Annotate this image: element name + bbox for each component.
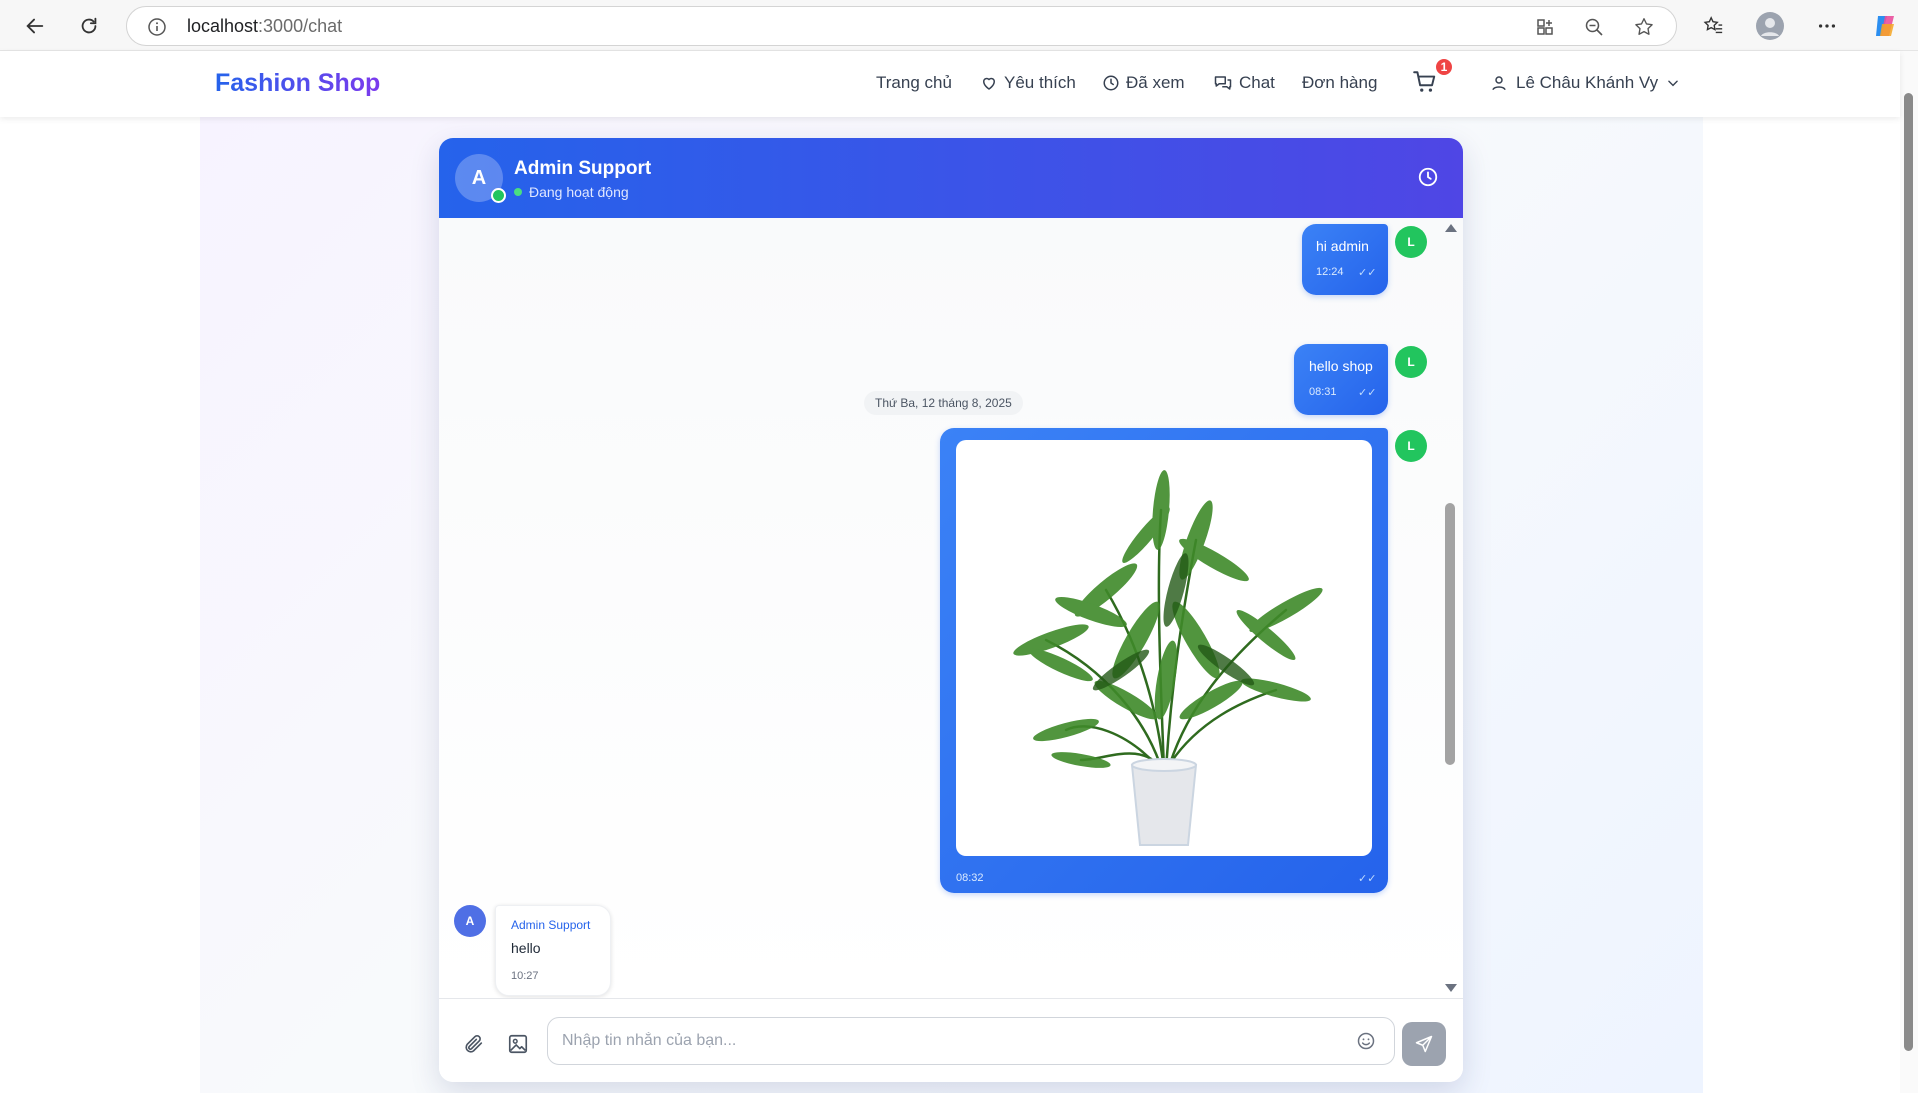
attach-image-button[interactable] bbox=[507, 1033, 531, 1057]
site-header: Fashion Shop Trang chủ Yêu thích Đã xem … bbox=[0, 51, 1900, 117]
contact-status-text: Đang hoạt động bbox=[529, 184, 629, 200]
contact-name: Admin Support bbox=[514, 158, 652, 179]
cart-icon bbox=[1413, 71, 1436, 92]
url-host: localhost bbox=[187, 16, 259, 36]
chat-window: A Admin Support Đang hoạt động hi admin … bbox=[439, 138, 1463, 1082]
read-check-icon: ✓✓ bbox=[1358, 387, 1377, 399]
reload-button[interactable] bbox=[72, 9, 106, 43]
image-icon bbox=[508, 1034, 528, 1054]
contact-status: Đang hoạt động bbox=[514, 184, 629, 200]
nav-orders-label: Đơn hàng bbox=[1302, 73, 1378, 92]
message-text: hello shop bbox=[1309, 358, 1373, 374]
online-indicator bbox=[491, 188, 506, 203]
history-clock-icon bbox=[1418, 167, 1438, 187]
heart-icon bbox=[983, 77, 995, 90]
user-menu[interactable]: Lê Châu Khánh Vy bbox=[1490, 73, 1680, 93]
message-scrollbar[interactable] bbox=[1439, 218, 1461, 998]
attach-file-button[interactable] bbox=[463, 1033, 487, 1057]
nav-home-label: Trang chủ bbox=[876, 73, 952, 92]
clock-icon bbox=[1103, 75, 1119, 91]
smiley-icon bbox=[1357, 1032, 1375, 1050]
user-avatar: L bbox=[1395, 346, 1427, 378]
brand-logo[interactable]: Fashion Shop bbox=[215, 69, 380, 98]
chat-header: A Admin Support Đang hoạt động bbox=[439, 138, 1463, 218]
sender-name: Admin Support bbox=[511, 918, 591, 932]
nav-chat-label: Chat bbox=[1239, 73, 1275, 92]
profile-icon[interactable] bbox=[1753, 9, 1787, 43]
nav-home[interactable]: Trang chủ bbox=[876, 73, 952, 93]
favorites-list-icon[interactable] bbox=[1696, 9, 1730, 43]
reload-icon bbox=[81, 17, 97, 34]
url-text: localhost:3000/chat bbox=[187, 16, 342, 37]
outgoing-message: hello shop 08:31 ✓✓ bbox=[1294, 344, 1388, 415]
scroll-down-arrow-icon[interactable] bbox=[1445, 984, 1457, 992]
chat-bubbles-icon bbox=[1214, 76, 1232, 90]
message-composer bbox=[439, 998, 1463, 1082]
nav-chat[interactable]: Chat bbox=[1213, 73, 1275, 93]
favorite-star-icon[interactable] bbox=[1632, 15, 1656, 39]
outgoing-image-message: 08:32 ✓✓ bbox=[940, 428, 1388, 893]
nav-favorites-label: Yêu thích bbox=[1004, 73, 1076, 92]
message-input[interactable] bbox=[562, 1030, 1342, 1052]
zoom-out-icon[interactable] bbox=[1582, 15, 1606, 39]
outgoing-message: hi admin 12:24 ✓✓ bbox=[1302, 224, 1388, 295]
admin-avatar: A bbox=[454, 905, 486, 937]
app-available-icon[interactable] bbox=[1533, 15, 1557, 39]
nav-viewed-label: Đã xem bbox=[1126, 73, 1185, 92]
address-bar[interactable]: localhost:3000/chat bbox=[126, 6, 1677, 46]
browser-toolbar: localhost:3000/chat bbox=[0, 0, 1918, 51]
copilot-icon[interactable] bbox=[1869, 9, 1903, 43]
date-divider: Thứ Ba, 12 tháng 8, 2025 bbox=[864, 391, 1023, 415]
url-path: :3000/chat bbox=[258, 16, 343, 36]
message-input-wrapper bbox=[547, 1017, 1395, 1065]
emoji-button[interactable] bbox=[1356, 1031, 1378, 1053]
scroll-thumb[interactable] bbox=[1445, 503, 1455, 765]
send-button[interactable] bbox=[1402, 1022, 1446, 1066]
message-time: 08:31 bbox=[1309, 386, 1337, 398]
chat-history-button[interactable] bbox=[1417, 166, 1441, 190]
user-name: Lê Châu Khánh Vy bbox=[1516, 73, 1659, 92]
incoming-message: Admin Support hello 10:27 bbox=[495, 905, 611, 996]
message-list[interactable]: hi admin 12:24 ✓✓ L Thứ Ba, 12 tháng 8, … bbox=[439, 218, 1463, 998]
message-text: hi admin bbox=[1316, 238, 1369, 254]
message-time: 08:32 bbox=[956, 872, 984, 884]
back-button[interactable] bbox=[18, 9, 52, 43]
page-scroll-thumb[interactable] bbox=[1904, 93, 1913, 1051]
message-time: 10:27 bbox=[511, 970, 539, 982]
user-avatar: L bbox=[1395, 430, 1427, 462]
page-scrollbar[interactable] bbox=[1900, 51, 1918, 1093]
nav-orders[interactable]: Đơn hàng bbox=[1302, 73, 1377, 93]
paperclip-icon bbox=[465, 1034, 483, 1053]
chevron-down-icon bbox=[1668, 80, 1678, 87]
more-options-icon[interactable] bbox=[1810, 9, 1844, 43]
back-arrow-icon bbox=[26, 18, 44, 34]
site-info-icon[interactable] bbox=[147, 17, 167, 37]
sent-image[interactable] bbox=[956, 440, 1372, 856]
send-icon bbox=[1415, 1035, 1433, 1053]
read-check-icon: ✓✓ bbox=[1358, 873, 1377, 885]
user-avatar: L bbox=[1395, 226, 1427, 258]
message-time: 12:24 bbox=[1316, 266, 1344, 278]
nav-favorites[interactable]: Yêu thích bbox=[980, 73, 1076, 93]
cart-count-badge: 1 bbox=[1434, 57, 1454, 77]
scroll-up-arrow-icon[interactable] bbox=[1445, 224, 1457, 232]
nav-viewed[interactable]: Đã xem bbox=[1102, 73, 1185, 93]
message-text: hello bbox=[511, 940, 541, 956]
read-check-icon: ✓✓ bbox=[1358, 267, 1377, 279]
status-dot bbox=[514, 188, 522, 196]
potted-palm-image bbox=[1013, 470, 1323, 846]
user-icon bbox=[1492, 76, 1506, 91]
